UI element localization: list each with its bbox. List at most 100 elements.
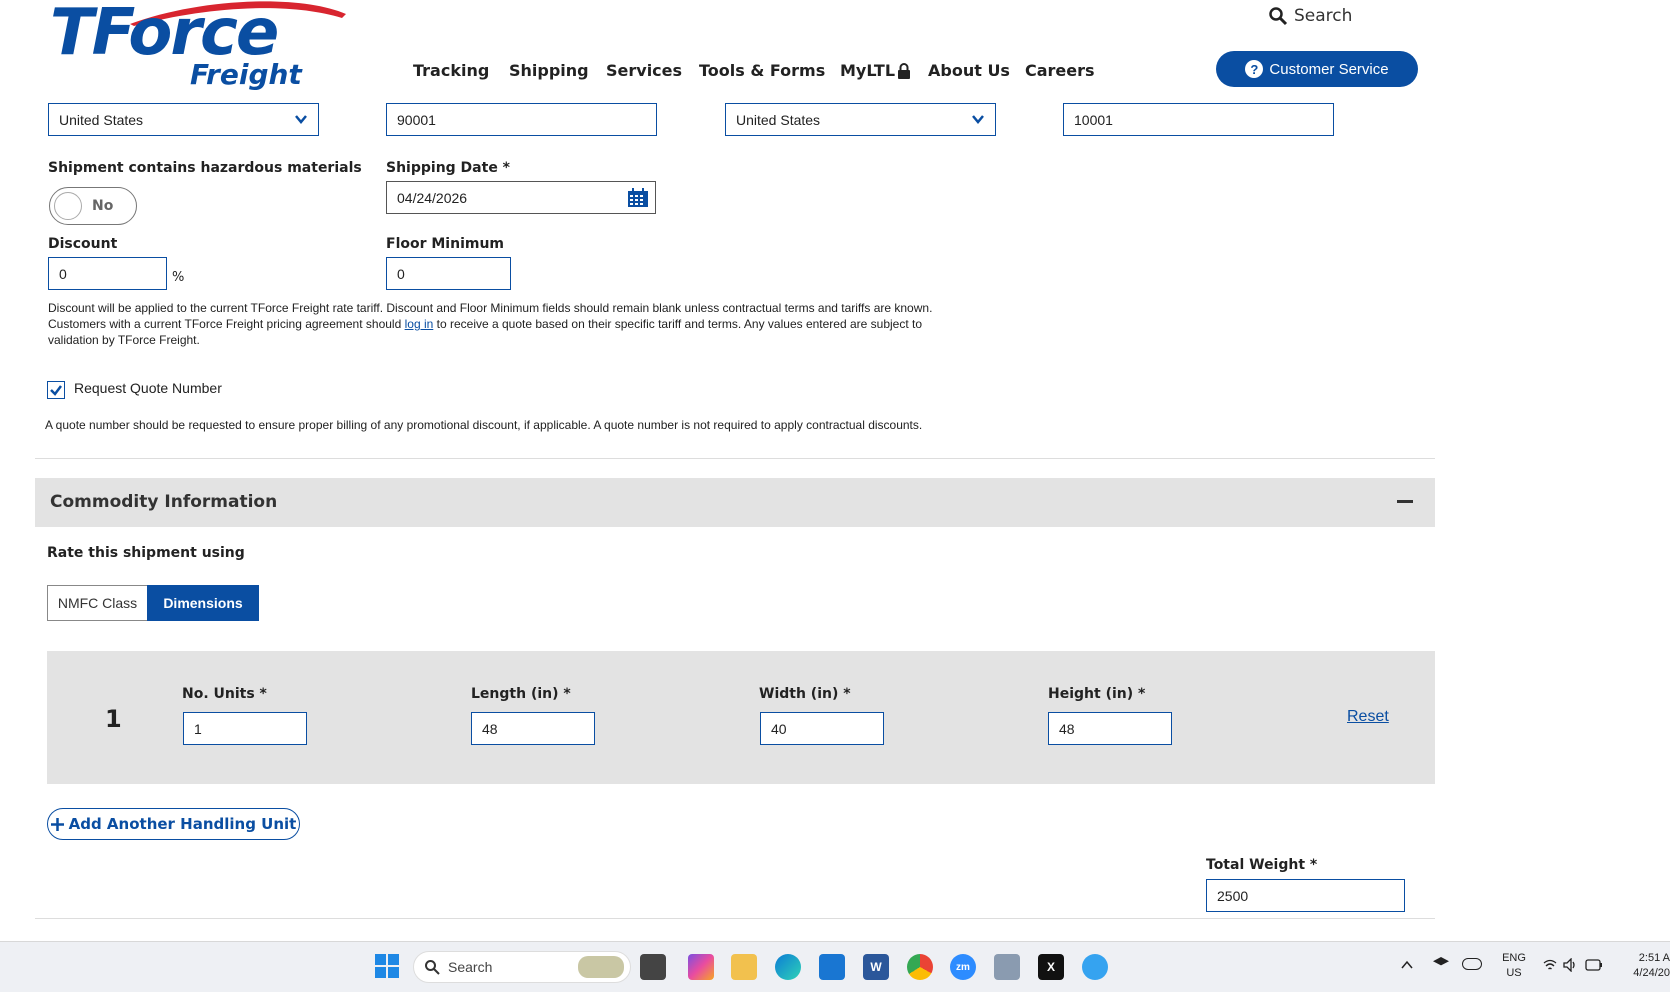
search-highlight-icon [578,956,624,978]
floor-minimum-label: Floor Minimum [386,236,505,252]
plus-icon [50,817,64,831]
section-divider [35,458,1435,459]
bottom-divider [35,918,1435,919]
battery-icon[interactable] [1585,958,1603,972]
onedrive-icon[interactable] [1082,954,1108,980]
chevron-down-icon [972,115,984,124]
login-link[interactable]: log in [405,317,434,331]
length-input[interactable]: 48 [471,712,595,745]
length-value: 48 [482,720,498,737]
search-icon [1269,7,1288,26]
quote-number-note: A quote number should be requested to en… [45,418,923,432]
length-label: Length (in) * [471,686,571,702]
volume-icon[interactable] [1563,958,1579,972]
destination-zip-input[interactable]: 10001 [1063,103,1334,136]
taskbar-search[interactable]: Search [413,951,631,983]
destination-zip-value: 10001 [1074,111,1113,128]
nav-myltl-label: MyLTL [840,61,896,80]
rate-using-label: Rate this shipment using [47,545,245,561]
nav-myltl[interactable]: MyLTL [840,61,911,80]
cloud-icon[interactable] [1462,958,1482,970]
header-search[interactable]: Search [1268,6,1352,26]
units-label: No. Units * [182,686,267,702]
language-bottom: US [1506,967,1522,979]
height-value: 48 [1059,720,1075,737]
customer-service-button[interactable]: ? Customer Service [1216,51,1418,87]
nav-services[interactable]: Services [606,61,682,80]
shipping-date-input[interactable]: 04/24/2026 [386,181,656,214]
total-weight-input[interactable]: 2500 [1206,879,1405,912]
add-handling-unit-button[interactable]: Add Another Handling Unit [47,808,300,840]
destination-country-select[interactable]: United States [725,103,996,136]
request-quote-checkbox[interactable] [47,381,65,399]
nav-about-us[interactable]: About Us [928,61,1010,80]
wifi-icon[interactable] [1543,959,1557,971]
height-label: Height (in) * [1048,686,1146,702]
nav-tools-forms[interactable]: Tools & Forms [699,61,825,80]
nav-tracking[interactable]: Tracking [413,61,489,80]
shipping-date-value: 04/24/2026 [397,189,468,206]
units-value: 1 [194,720,202,737]
hazmat-toggle-value: No [92,198,114,214]
calculator-icon[interactable] [994,954,1020,980]
file-explorer-icon[interactable] [731,954,757,980]
discount-notice: Discount will be applied to the current … [48,300,948,348]
floor-minimum-value: 0 [397,265,405,282]
origin-country-value: United States [59,111,144,128]
discount-label: Discount [48,236,118,252]
reset-link[interactable]: Reset [1347,708,1389,726]
notice-line-2-pre: Customers with a current TForce Freight … [48,317,405,331]
lock-icon [898,62,911,79]
task-view-icon[interactable] [640,954,666,980]
width-label: Width (in) * [759,686,851,702]
chevron-up-icon[interactable] [1401,960,1413,970]
total-weight-label: Total Weight * [1206,857,1318,873]
language-top: ENG [1502,952,1526,964]
logo-wordmark-freight[interactable]: Freight [190,58,302,91]
collapse-icon[interactable] [1397,500,1413,503]
height-input[interactable]: 48 [1048,712,1172,745]
origin-zip-value: 90001 [397,111,436,128]
clock-date: 4/24/20 [1633,967,1670,979]
discount-input[interactable]: 0 [48,257,167,290]
total-weight-value: 2500 [1217,887,1249,904]
width-input[interactable]: 40 [760,712,884,745]
clock[interactable]: 2:51 A 4/24/20 [1618,951,1670,981]
search-icon [425,960,440,975]
floor-minimum-input[interactable]: 0 [386,257,511,290]
checkmark-icon [50,385,62,396]
edge-browser-icon[interactable] [775,954,801,980]
x-app-icon[interactable]: X [1038,954,1064,980]
nav-shipping[interactable]: Shipping [509,61,589,80]
language-indicator[interactable]: ENG US [1497,951,1531,981]
clock-time: 2:51 A [1638,952,1670,964]
origin-zip-input[interactable]: 90001 [386,103,657,136]
notice-line-3: validation by TForce Freight. [48,333,200,347]
toggle-knob [54,192,82,220]
shipping-date-label: Shipping Date * [386,160,511,176]
nav-careers[interactable]: Careers [1025,61,1095,80]
width-value: 40 [771,720,787,737]
calendar-icon[interactable] [627,188,649,208]
chrome-icon[interactable] [907,954,933,980]
origin-country-select[interactable]: United States [48,103,319,136]
zoom-icon[interactable]: zm [950,954,976,980]
microsoft-365-icon[interactable] [688,954,714,980]
discount-value: 0 [59,265,67,282]
add-handling-unit-label: Add Another Handling Unit [68,815,297,833]
windows-start-icon[interactable] [375,954,399,978]
handling-unit-number: 1 [105,705,122,733]
customer-service-label: Customer Service [1269,60,1389,78]
destination-country-value: United States [736,111,821,128]
notice-line-2: Customers with a current TForce Freight … [48,316,948,332]
dimensions-option[interactable]: Dimensions [147,585,259,621]
request-quote-label[interactable]: Request Quote Number [74,380,222,396]
search-label: Search [1294,6,1353,26]
units-input[interactable]: 1 [183,712,307,745]
microsoft-store-icon[interactable] [819,954,845,980]
hazmat-label: Shipment contains hazardous materials [48,160,362,176]
nmfc-class-option[interactable]: NMFC Class [47,585,148,621]
word-icon[interactable]: W [863,954,889,980]
hazmat-toggle[interactable]: No [49,187,137,225]
commodity-section-title: Commodity Information [50,492,278,512]
